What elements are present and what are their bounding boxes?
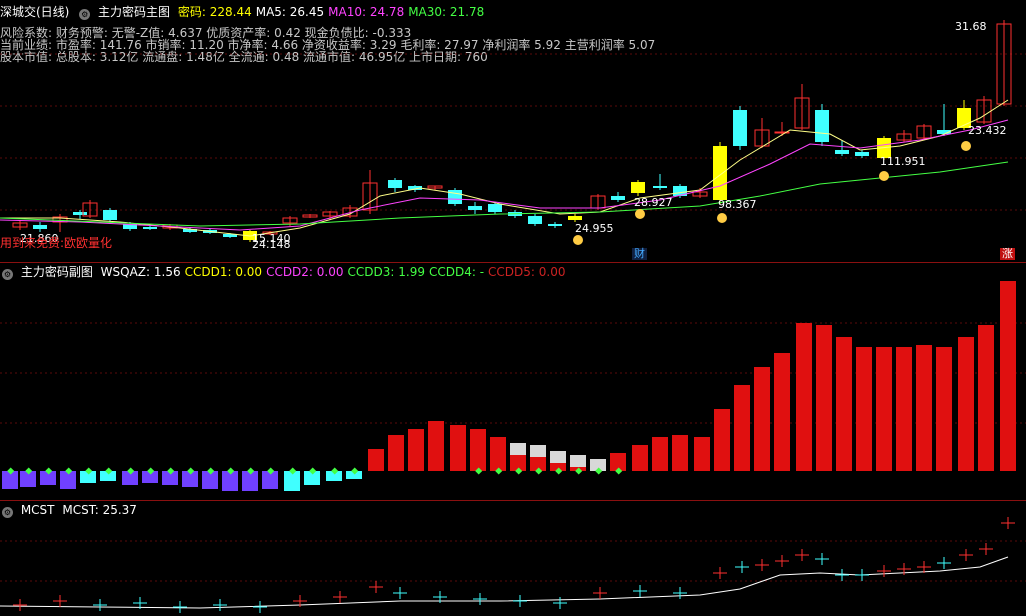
sub-bar-chart[interactable] bbox=[0, 263, 1026, 500]
candle-body bbox=[611, 196, 625, 200]
sub-bar-positive bbox=[714, 409, 730, 471]
sub-bar-positive bbox=[978, 325, 994, 471]
price-label: 28.927 bbox=[634, 196, 673, 209]
money-bag-icon bbox=[717, 213, 727, 223]
sub-bar-negative bbox=[242, 471, 258, 491]
candle-body bbox=[528, 216, 542, 224]
sub-bar-positive bbox=[450, 425, 466, 471]
candle-body bbox=[631, 182, 645, 193]
candle-body bbox=[73, 212, 87, 215]
candle-body bbox=[713, 146, 727, 200]
sub-bar-highlight bbox=[530, 445, 546, 457]
price-label: 24.955 bbox=[575, 222, 614, 235]
sub-bar-positive bbox=[958, 337, 974, 471]
money-bag-icon bbox=[573, 235, 583, 245]
sub-bar-positive bbox=[1000, 281, 1016, 471]
sub-bar-positive bbox=[694, 437, 710, 471]
sub-bar-positive bbox=[672, 435, 688, 471]
money-bag-icon bbox=[879, 171, 889, 181]
main-candlestick-chart[interactable]: 31.6823.432111.95198.36728.92724.95515.1… bbox=[0, 0, 1026, 262]
ma5-line bbox=[0, 99, 1009, 237]
candle-body bbox=[835, 150, 849, 154]
price-label: 24.148 bbox=[252, 238, 291, 251]
candle-body bbox=[103, 210, 117, 220]
sub-bar-negative bbox=[222, 471, 238, 491]
cai-badge[interactable]: 财 bbox=[632, 248, 647, 260]
price-label: 98.367 bbox=[718, 198, 757, 211]
mcst-chart[interactable] bbox=[0, 501, 1026, 616]
candle-body bbox=[855, 152, 869, 156]
sub-bar-positive bbox=[470, 429, 486, 471]
money-bag-icon bbox=[961, 141, 971, 151]
sub-bar-positive bbox=[734, 385, 750, 471]
ma30-line bbox=[0, 161, 1009, 227]
sub-bar-positive bbox=[652, 437, 668, 471]
sub-bar-negative bbox=[284, 471, 300, 491]
sub-bar-positive bbox=[936, 347, 952, 471]
sub-bar-positive bbox=[916, 345, 932, 471]
candle-body bbox=[568, 216, 582, 220]
candle-body bbox=[548, 224, 562, 226]
sub-bar-positive bbox=[754, 367, 770, 471]
sub-bar-highlight bbox=[550, 451, 566, 463]
candle-body bbox=[815, 110, 829, 142]
sub-bar-positive bbox=[856, 347, 872, 471]
sub-bar-positive bbox=[896, 347, 912, 471]
sub-bar-positive bbox=[774, 353, 790, 471]
price-label: 31.68 bbox=[955, 20, 987, 33]
sub-bar-positive bbox=[388, 435, 404, 471]
sub-bar-highlight bbox=[570, 455, 586, 467]
watermark-text: 用到来免费:欧欧量化 bbox=[0, 236, 113, 250]
money-bag-icon bbox=[635, 209, 645, 219]
sub-bar-positive bbox=[796, 323, 812, 471]
price-label: 111.951 bbox=[880, 155, 926, 168]
candle-body bbox=[143, 227, 157, 229]
candle-body bbox=[388, 180, 402, 188]
candle-body bbox=[653, 186, 667, 188]
price-label: 23.432 bbox=[968, 124, 1007, 137]
sub-bar-positive bbox=[428, 421, 444, 471]
candle-body bbox=[33, 225, 47, 229]
mcst-line bbox=[0, 556, 1009, 609]
candle-body bbox=[488, 204, 502, 212]
sub-bar-highlight bbox=[510, 443, 526, 455]
sub-bar-positive bbox=[632, 445, 648, 471]
sub-bar-positive bbox=[368, 449, 384, 471]
zhang-badge[interactable]: 涨 bbox=[1000, 248, 1015, 260]
sub-bar-positive bbox=[876, 347, 892, 471]
sub-bar-positive bbox=[490, 437, 506, 471]
candle-body bbox=[468, 206, 482, 210]
sub-bar-positive bbox=[816, 325, 832, 471]
sub-bar-positive bbox=[408, 429, 424, 471]
candle-body bbox=[733, 110, 747, 146]
sub-bar-positive bbox=[836, 337, 852, 471]
